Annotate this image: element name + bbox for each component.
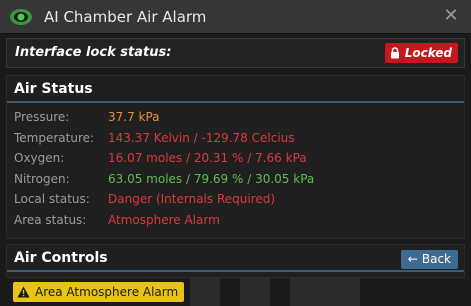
status-row-area-status: Area status: Atmosphere Alarm bbox=[7, 210, 464, 231]
window-title: AI Chamber Air Alarm bbox=[44, 8, 207, 26]
status-row-oxygen: Oxygen: 16.07 moles / 20.31 % / 7.66 kPa bbox=[7, 148, 464, 169]
status-key: Area status: bbox=[14, 212, 87, 227]
back-button[interactable]: ← Back bbox=[400, 250, 458, 269]
arrow-left-icon: ← bbox=[407, 252, 418, 266]
air-status-panel: Air Status Pressure: 37.7 kPa Temperatur… bbox=[6, 75, 465, 239]
status-value: 143.37 Kelvin / -129.78 Celcius bbox=[108, 130, 295, 145]
interface-lock-bar: Interface lock status: Locked bbox=[6, 38, 465, 68]
close-icon: ✕ bbox=[443, 5, 459, 26]
lock-status-label: Interface lock status: bbox=[15, 45, 172, 60]
status-value: Atmosphere Alarm bbox=[108, 212, 220, 227]
air-controls-panel: Air Controls ← Back bbox=[6, 244, 465, 278]
status-key: Local status: bbox=[14, 192, 90, 206]
air-controls-title: Air Controls bbox=[14, 250, 108, 266]
back-button-label: Back bbox=[421, 252, 451, 266]
alarm-label: Area Atmosphere Alarm bbox=[35, 285, 179, 299]
status-key: Pressure: bbox=[14, 110, 70, 124]
area-atmosphere-alarm-button[interactable]: Area Atmosphere Alarm bbox=[13, 282, 185, 302]
status-value: 37.7 kPa bbox=[108, 110, 160, 124]
lock-icon bbox=[390, 47, 399, 59]
locked-button[interactable]: Locked bbox=[384, 43, 458, 63]
air-status-title: Air Status bbox=[14, 81, 93, 97]
status-key: Temperature: bbox=[14, 130, 95, 145]
status-row-local-status: Local status: Danger (Internals Required… bbox=[7, 189, 464, 210]
status-row-temperature: Temperature: 143.37 Kelvin / -129.78 Cel… bbox=[7, 128, 464, 149]
status-key: Oxygen: bbox=[14, 151, 65, 165]
status-value: Danger (Internals Required) bbox=[108, 192, 276, 206]
eye-icon bbox=[10, 9, 32, 25]
air-status-header: Air Status bbox=[7, 76, 464, 103]
status-key: Nitrogen: bbox=[14, 171, 70, 186]
air-controls-header: Air Controls ← Back bbox=[7, 245, 464, 272]
warning-icon bbox=[17, 286, 30, 298]
close-button[interactable]: ✕ bbox=[439, 4, 463, 28]
status-value: 16.07 moles / 20.31 % / 7.66 kPa bbox=[108, 151, 307, 165]
status-row-nitrogen: Nitrogen: 63.05 moles / 79.69 % / 30.05 … bbox=[7, 169, 464, 190]
title-bar: AI Chamber Air Alarm ✕ bbox=[0, 0, 471, 34]
air-alarm-window: AI Chamber Air Alarm ✕ Interface lock st… bbox=[0, 0, 471, 306]
status-value: 63.05 moles / 79.69 % / 30.05 kPa bbox=[108, 171, 315, 186]
air-status-rows: Pressure: 37.7 kPa Temperature: 143.37 K… bbox=[7, 103, 464, 230]
status-row-pressure: Pressure: 37.7 kPa bbox=[7, 107, 464, 128]
locked-button-label: Locked bbox=[404, 46, 452, 60]
